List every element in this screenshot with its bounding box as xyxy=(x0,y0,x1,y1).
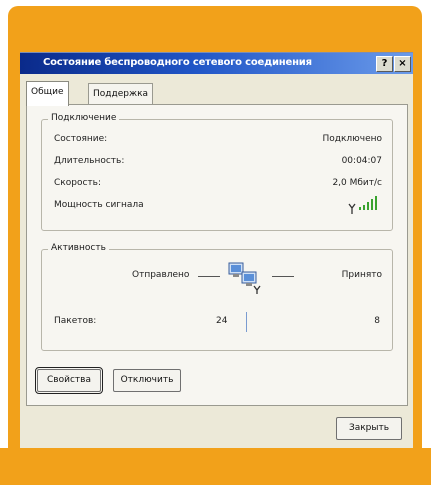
activity-group-title: Активность xyxy=(48,243,109,253)
tab-support[interactable]: Поддержка xyxy=(88,83,154,104)
packets-divider xyxy=(246,312,247,332)
help-button[interactable]: ? xyxy=(376,56,393,72)
properties-button[interactable]: Свойства xyxy=(35,367,103,394)
packets-label: Пакетов: xyxy=(54,316,97,326)
close-window-button[interactable]: × xyxy=(394,56,411,72)
duration-value: 00:04:07 xyxy=(341,156,382,166)
speed-value: 2,0 Мбит/с xyxy=(332,178,382,188)
window-title: Состояние беспроводного сетевого соедине… xyxy=(43,57,312,68)
sent-line xyxy=(198,276,220,277)
status-value: Подключено xyxy=(322,134,382,144)
packets-sent-value: 24 xyxy=(216,316,228,326)
orange-bottom-bar xyxy=(0,448,431,485)
wireless-status-dialog: Состояние беспроводного сетевого соедине… xyxy=(20,52,413,449)
received-line xyxy=(272,276,294,277)
activity-group: Активность Отправлено Принято Пакетов: 2… xyxy=(41,243,393,351)
disable-button[interactable]: Отключить xyxy=(113,369,181,392)
network-computers-icon xyxy=(226,260,264,294)
tab-panel-general: Подключение Состояние: Подключено Длител… xyxy=(26,104,408,406)
packets-received-value: 8 xyxy=(374,316,380,326)
speed-label: Скорость: xyxy=(54,178,101,188)
antenna-icon xyxy=(348,199,356,214)
signal-strength-label: Мощность сигнала xyxy=(54,200,144,210)
close-button[interactable]: Закрыть xyxy=(336,417,402,440)
title-bar: Состояние беспроводного сетевого соедине… xyxy=(20,53,413,74)
signal-strength-bars xyxy=(359,196,381,210)
connection-group: Подключение Состояние: Подключено Длител… xyxy=(41,113,393,231)
status-label: Состояние: xyxy=(54,134,108,144)
received-label: Принято xyxy=(341,270,382,280)
connection-group-title: Подключение xyxy=(48,113,120,123)
duration-label: Длительность: xyxy=(54,156,125,166)
tab-general[interactable]: Общие xyxy=(26,81,69,106)
sent-label: Отправлено xyxy=(132,270,190,280)
